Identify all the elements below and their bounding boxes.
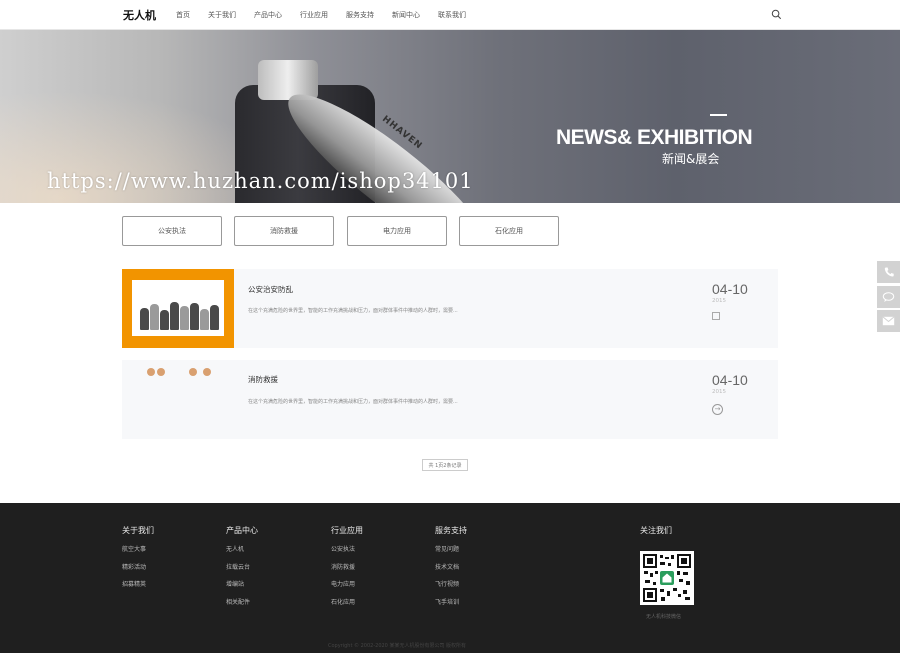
nav-support[interactable]: 服务支持 — [346, 10, 374, 20]
news-list-item[interactable]: 公安治安防乱 在这个充满危险的世界里，智能的工作充满挑战和压力，面对群体事件中推… — [122, 269, 778, 348]
chat-icon — [882, 292, 895, 302]
footer-link[interactable]: 航空大事 — [122, 544, 154, 562]
site-logo[interactable]: 无人机 — [123, 7, 156, 23]
banner-subtitle: 新闻&展会 — [662, 152, 720, 166]
nav-news[interactable]: 新闻中心 — [392, 10, 420, 20]
arrow-right-icon[interactable]: → — [712, 404, 723, 415]
news-title[interactable]: 公安治安防乱 — [248, 284, 293, 295]
footer-column-products: 产品中心 无人机 拉载云台 增编站 相关配件 — [226, 525, 258, 614]
footer-link[interactable]: 技术文档 — [435, 562, 467, 580]
footer-column-follow: 关注我们 — [640, 525, 672, 544]
footer-heading: 行业应用 — [331, 526, 363, 535]
mail-tool[interactable] — [877, 310, 900, 332]
thumbnail-image — [132, 280, 224, 336]
footer-heading: 服务支持 — [435, 526, 467, 535]
footer-heading: 产品中心 — [226, 526, 258, 535]
footer-link[interactable]: 精彩活动 — [122, 562, 154, 580]
footer-column-support: 服务支持 常见问题 技术文档 飞行视频 飞手培训 — [435, 525, 467, 614]
news-excerpt: 在这个充满危险的世界里，智能的工作充满挑战和压力，面对群体事件中推动的人群时，需… — [248, 399, 458, 405]
footer-link[interactable]: 公安执法 — [331, 544, 363, 562]
banner-title: NEWS& EXHIBITION — [556, 126, 753, 149]
main-nav: 首页 关于我们 产品中心 行业应用 服务支持 新闻中心 联系我们 — [176, 10, 484, 20]
qr-caption: 无人机科技微信 — [646, 614, 682, 620]
nav-industry[interactable]: 行业应用 — [300, 10, 328, 20]
nav-about[interactable]: 关于我们 — [208, 10, 236, 20]
qr-code-icon — [643, 554, 691, 602]
news-date: 04-10 — [712, 281, 748, 297]
nav-products[interactable]: 产品中心 — [254, 10, 282, 20]
category-button-fire[interactable]: 消防救援 — [234, 216, 334, 246]
footer-link[interactable]: 石化应用 — [331, 597, 363, 615]
footer-column-about: 关于我们 航空大事 精彩活动 招募精英 — [122, 525, 154, 597]
news-title[interactable]: 消防救援 — [248, 374, 278, 385]
copyright-text: Copyright © 2002-2020 某某无人机股份有限公司 版权所有 — [328, 643, 467, 649]
nav-contact[interactable]: 联系我们 — [438, 10, 466, 20]
search-icon[interactable] — [771, 9, 782, 20]
footer-heading: 关于我们 — [122, 526, 154, 535]
footer-heading: 关注我们 — [640, 526, 672, 535]
phone-tool[interactable] — [877, 261, 900, 283]
category-button-petro[interactable]: 石化应用 — [459, 216, 559, 246]
news-excerpt: 在这个充满危险的世界里，智能的工作充满挑战和压力，面对群体事件中推动的人群时，需… — [248, 308, 458, 314]
footer-link[interactable]: 飞行视频 — [435, 579, 467, 597]
category-button-power[interactable]: 电力应用 — [347, 216, 447, 246]
phone-icon — [884, 267, 894, 277]
news-thumbnail[interactable] — [137, 368, 217, 378]
footer-link[interactable]: 电力应用 — [331, 579, 363, 597]
footer-link[interactable]: 招募精英 — [122, 579, 154, 597]
category-button-police[interactable]: 公安执法 — [122, 216, 222, 246]
footer-link[interactable]: 消防救援 — [331, 562, 363, 580]
footer-link[interactable]: 无人机 — [226, 544, 258, 562]
news-thumbnail[interactable] — [122, 269, 234, 348]
footer-link[interactable]: 增编站 — [226, 579, 258, 597]
hero-banner: HHAVEN NEWS& EXHIBITION 新闻&展会 https://ww… — [0, 30, 900, 203]
news-list-item[interactable]: 消防救援 在这个充满危险的世界里，智能的工作充满挑战和压力，面对群体事件中推动的… — [122, 360, 778, 439]
banner-dash — [710, 114, 727, 116]
watermark-url: https://www.huzhan.com/ishop34101 — [47, 169, 474, 193]
footer-link[interactable]: 相关配件 — [226, 597, 258, 615]
broken-image-icon[interactable] — [712, 312, 720, 320]
footer-link[interactable]: 飞手培训 — [435, 597, 467, 615]
footer-column-industry: 行业应用 公安执法 消防救援 电力应用 石化应用 — [331, 525, 363, 614]
news-year: 2015 — [712, 389, 726, 395]
wechat-qr-code — [640, 551, 694, 605]
site-footer: 关于我们 航空大事 精彩活动 招募精英 产品中心 无人机 拉载云台 增编站 相关… — [0, 503, 900, 653]
footer-link[interactable]: 常见问题 — [435, 544, 467, 562]
mail-icon — [882, 316, 895, 326]
footer-link[interactable]: 拉载云台 — [226, 562, 258, 580]
nav-home[interactable]: 首页 — [176, 10, 190, 20]
news-year: 2015 — [712, 298, 726, 304]
drone-motor-cap — [258, 60, 318, 100]
chat-tool[interactable] — [877, 286, 900, 308]
top-header: 无人机 首页 关于我们 产品中心 行业应用 服务支持 新闻中心 联系我们 — [0, 0, 900, 30]
news-date: 04-10 — [712, 372, 748, 388]
pagination-info: 共 1页2条记录 — [422, 459, 468, 471]
